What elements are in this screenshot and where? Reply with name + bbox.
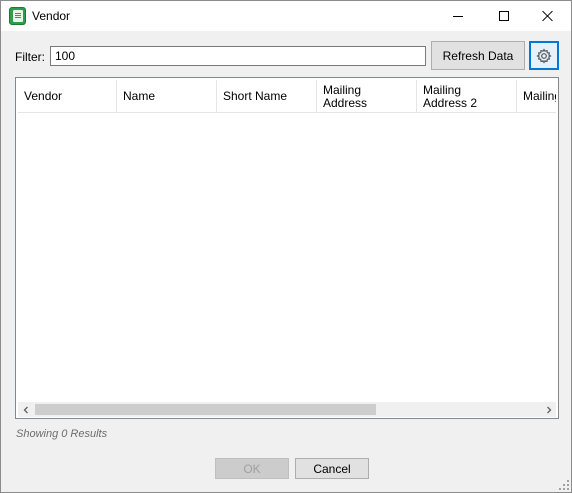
maximize-button[interactable]: [481, 1, 527, 31]
column-header-mailing-address-2[interactable]: Mailing Address 2: [417, 80, 517, 112]
column-header-mailing-partial[interactable]: Mailing: [517, 80, 556, 112]
chevron-right-icon: [546, 406, 551, 413]
scroll-left-button[interactable]: [18, 402, 33, 417]
ok-button[interactable]: OK: [215, 458, 289, 479]
column-header-vendor[interactable]: Vendor: [18, 80, 117, 112]
refresh-data-button[interactable]: Refresh Data: [431, 41, 525, 70]
chevron-left-icon: [23, 406, 28, 413]
filter-input[interactable]: [50, 46, 426, 66]
vendor-dialog: Vendor Filter: Refresh Data Vendor Name …: [0, 0, 572, 493]
close-button[interactable]: [525, 1, 571, 31]
minimize-icon: [453, 15, 463, 17]
cancel-button[interactable]: Cancel: [295, 458, 369, 479]
scroll-right-button[interactable]: [541, 402, 556, 417]
resize-grip-icon[interactable]: [559, 480, 569, 490]
horizontal-scrollbar[interactable]: [18, 402, 556, 417]
minimize-button[interactable]: [435, 1, 481, 31]
grid-header: Vendor Name Short Name Mailing Address M…: [18, 80, 556, 113]
column-header-name[interactable]: Name: [117, 80, 217, 112]
title-bar[interactable]: Vendor: [1, 1, 571, 31]
filter-label: Filter:: [15, 50, 45, 64]
maximize-icon: [499, 11, 509, 21]
settings-button[interactable]: [529, 41, 559, 70]
spreadsheet-doc-icon: [9, 7, 26, 25]
column-header-mailing-address[interactable]: Mailing Address: [317, 80, 417, 112]
gear-icon: [536, 47, 552, 64]
column-header-short-name[interactable]: Short Name: [217, 80, 317, 112]
window-title: Vendor: [32, 9, 71, 23]
vendor-results-grid[interactable]: Vendor Name Short Name Mailing Address M…: [15, 77, 559, 419]
results-status: Showing 0 Results: [16, 428, 108, 440]
close-icon: [542, 10, 554, 22]
scroll-thumb[interactable]: [35, 404, 376, 415]
